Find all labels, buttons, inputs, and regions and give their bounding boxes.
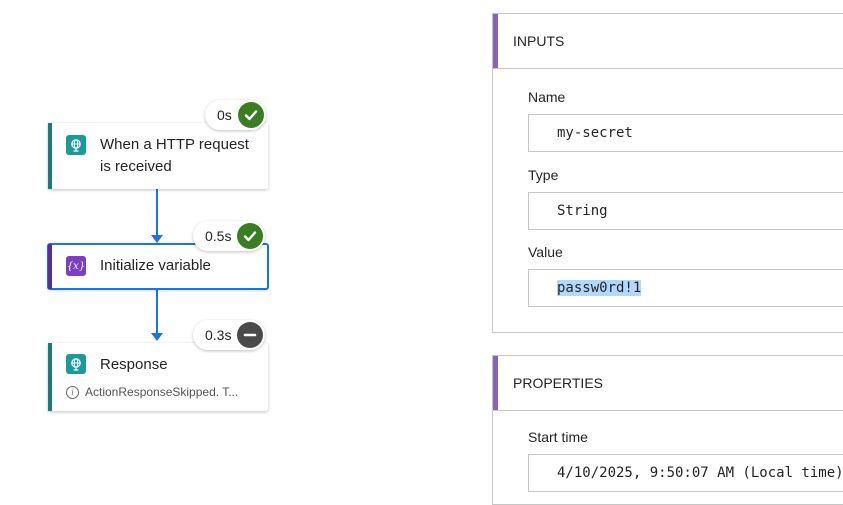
field-value-text: my-secret	[557, 125, 633, 141]
field-label-name: Name	[528, 89, 566, 105]
skipped-minus-icon	[237, 322, 264, 348]
step-accent-bar	[48, 244, 52, 289]
connector-1-2-arrow	[151, 235, 163, 243]
field-value-type[interactable]: String	[528, 192, 843, 230]
properties-section: PROPERTIES Start time 4/10/2025, 9:50:07…	[492, 355, 843, 505]
step-accent-bar	[48, 343, 52, 411]
duration-text: 0s	[217, 107, 232, 123]
step-card-response[interactable]: Response i ActionResponseSkipped. T...	[48, 343, 268, 411]
field-label-type: Type	[528, 167, 559, 183]
section-title: PROPERTIES	[513, 375, 603, 391]
step-duration-badge: 0.5s	[193, 221, 266, 251]
inputs-section-header[interactable]: INPUTS	[493, 14, 843, 69]
step-title: When a HTTP request is received	[100, 136, 249, 175]
duration-text: 0.3s	[205, 327, 232, 343]
selected-value-text: passw0rd!1	[557, 280, 642, 296]
field-value-name[interactable]: my-secret	[528, 114, 843, 152]
step-status-message: i ActionResponseSkipped. T...	[66, 385, 238, 399]
duration-text: 0.5s	[205, 228, 232, 244]
section-title: INPUTS	[513, 33, 565, 49]
success-check-icon	[237, 102, 264, 128]
connector-1-2	[156, 189, 158, 235]
http-globe-icon	[66, 135, 86, 155]
field-value-text: 4/10/2025, 9:50:07 AM (Local time)	[557, 465, 843, 481]
http-globe-icon	[66, 354, 86, 374]
step-card-http-trigger[interactable]: When a HTTP request is received	[48, 123, 268, 189]
field-value-text: String	[557, 203, 608, 219]
variable-icon: {x}	[66, 256, 86, 276]
connector-2-3	[156, 289, 158, 333]
connector-2-3-arrow	[151, 333, 163, 341]
info-icon: i	[66, 385, 79, 399]
variable-glyph: {x}	[66, 260, 86, 272]
step-title: Response	[100, 356, 168, 373]
field-value-value[interactable]: passw0rd!1	[528, 269, 843, 307]
field-label-start-time: Start time	[528, 429, 588, 445]
section-accent-bar	[493, 14, 498, 68]
step-title: Initialize variable	[100, 257, 211, 274]
step-duration-badge: 0s	[205, 100, 266, 130]
properties-section-header[interactable]: PROPERTIES	[493, 356, 843, 411]
flow-canvas[interactable]: When a HTTP request is received 0s {x} I…	[0, 0, 470, 493]
step-duration-badge: 0.3s	[193, 320, 266, 350]
field-label-value: Value	[528, 244, 563, 260]
success-check-icon	[237, 223, 264, 249]
field-value-start-time[interactable]: 4/10/2025, 9:50:07 AM (Local time)	[528, 454, 843, 492]
section-accent-bar	[493, 356, 498, 410]
status-message-text: ActionResponseSkipped. T...	[85, 385, 239, 399]
step-accent-bar	[48, 123, 52, 189]
inputs-section: INPUTS Name my-secret Type String Value …	[492, 13, 843, 333]
